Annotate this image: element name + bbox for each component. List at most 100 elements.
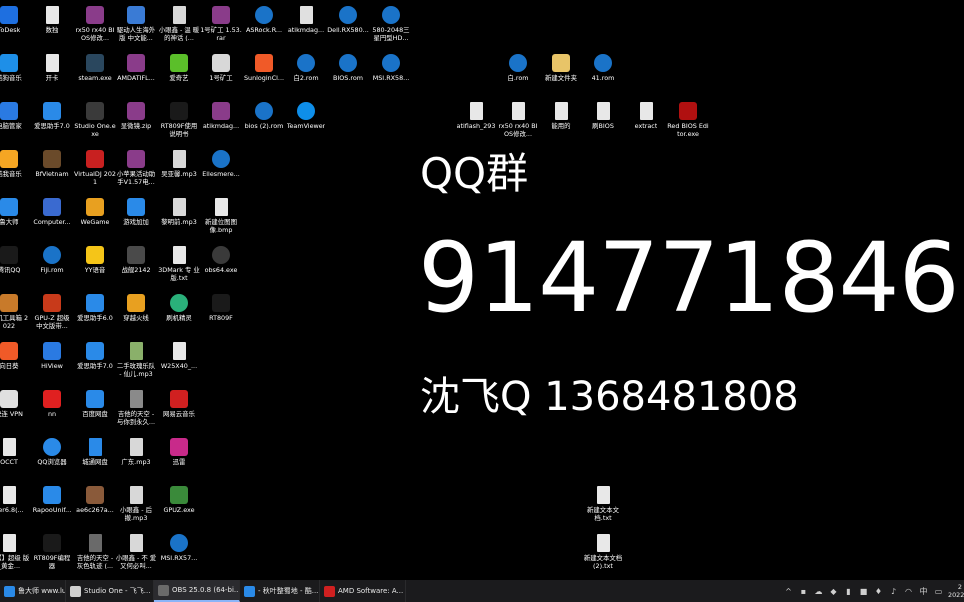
desktop-icon[interactable]: 腾讯QQ: [0, 242, 30, 274]
desktop-icon[interactable]: 黎明前.mp3: [158, 194, 200, 226]
desktop-icon[interactable]: RapooUnif...: [31, 482, 73, 514]
wifi-icon[interactable]: ◠: [904, 587, 913, 596]
desktop-icon[interactable]: 3DMark 专 业版.txt: [158, 242, 200, 282]
desktop-icon[interactable]: 白.rom: [497, 50, 539, 82]
desktop-icon[interactable]: 爱思助手7.0: [31, 98, 73, 130]
desktop-icon[interactable]: 刷BIOS: [582, 98, 624, 130]
taskbar-item[interactable]: Studio One - 飞飞...: [66, 580, 154, 602]
battery-icon[interactable]: ▮: [844, 587, 853, 596]
desktop-icon[interactable]: 1号矿工: [200, 50, 242, 82]
desktop-icon[interactable]: WeGame: [74, 194, 116, 226]
ime-icon[interactable]: 中: [919, 587, 928, 596]
desktop-icon[interactable]: nn: [31, 386, 73, 418]
desktop-icon[interactable]: 酷狗音乐: [0, 50, 30, 82]
desktop-icon[interactable]: atikmdag...: [200, 98, 242, 130]
network-icon[interactable]: ▪: [799, 587, 808, 596]
desktop-icon[interactable]: 小眼鑫 - 后 撤.mp3: [115, 482, 157, 522]
desktop-icon[interactable]: MSI.RX57...: [158, 530, 200, 562]
desktop-icon[interactable]: BfVietnam: [31, 146, 73, 178]
desktop-icon[interactable]: GPUZ.exe: [158, 482, 200, 514]
desktop-icon[interactable]: 装机工具箱 2022: [0, 290, 30, 330]
desktop-icon[interactable]: 开卡: [31, 50, 73, 82]
desktop-icon[interactable]: 酷我音乐: [0, 146, 30, 178]
desktop-icon[interactable]: 新建文本文档 (2).txt: [582, 530, 624, 570]
desktop-icon[interactable]: GPU-Z 超级 中文版带...: [31, 290, 73, 330]
desktop-icon[interactable]: 41.rom: [582, 50, 624, 82]
desktop-icon[interactable]: 广东.mp3: [115, 434, 157, 466]
taskbar-item[interactable]: - 秋叶整蜀地 - 酷...: [240, 580, 320, 602]
keyboard-icon[interactable]: ▭: [934, 587, 943, 596]
microphone-icon[interactable]: ♦: [874, 587, 883, 596]
desktop-icon[interactable]: Dell.RX580...: [327, 2, 369, 34]
speaker-icon[interactable]: ♪: [889, 587, 898, 596]
desktop-icon[interactable]: 白2.rom: [285, 50, 327, 82]
desktop-icon[interactable]: BIOS.rom: [327, 50, 369, 82]
desktop-icon[interactable]: extract: [625, 98, 667, 130]
desktop-icon[interactable]: 吴亚馨.mp3: [158, 146, 200, 178]
desktop-icon[interactable]: obs64.exe: [200, 242, 242, 274]
desktop-icon[interactable]: MSI.RX58...: [370, 50, 412, 82]
desktop-icon[interactable]: 爱思助手7.0: [74, 338, 116, 370]
desktop-icon[interactable]: 新建文件夹: [540, 50, 582, 82]
desktop-icon[interactable]: 刷机精灵: [158, 290, 200, 322]
taskbar-item[interactable]: 鲁大师 www.ludas...: [0, 580, 66, 602]
chevron-up-icon[interactable]: ^: [784, 587, 793, 596]
desktop-icon[interactable]: HiView: [31, 338, 73, 370]
desktop-icon[interactable]: bios (2).rom: [243, 98, 285, 130]
taskbar-clock[interactable]: 2 2022: [946, 583, 964, 599]
desktop-icon[interactable]: VirtualDJ 2021: [74, 146, 116, 186]
desktop-icon[interactable]: steam.exe: [74, 50, 116, 82]
desktop-icon[interactable]: atikmdag...: [285, 2, 327, 34]
desktop-icon[interactable]: Red BIOS Editor.exe: [667, 98, 709, 138]
desktop-icon[interactable]: 数独: [31, 2, 73, 34]
desktop-icon[interactable]: rx50 rx40 BIOS修改...: [74, 2, 116, 42]
desktop-icon[interactable]: Studio One.exe: [74, 98, 116, 138]
desktop-icon[interactable]: 小眼鑫 - 温 暖的神话 (...: [158, 2, 200, 42]
desktop-icon[interactable]: 电脑管家: [0, 98, 30, 130]
desktop-icon[interactable]: 游戏加加: [115, 194, 157, 226]
desktop-icon[interactable]: 二手玫瑰乐队 - 仙儿.mp3: [115, 338, 157, 378]
desktop-icon[interactable]: 城通网盘: [74, 434, 116, 466]
cloud-icon[interactable]: ☁: [814, 587, 823, 596]
desktop-icon[interactable]: 新建文本文 档.txt: [582, 482, 624, 522]
desktop-icon[interactable]: OCCT: [0, 434, 30, 466]
desktop-icon[interactable]: ToDesk: [0, 2, 30, 34]
desktop-icon[interactable]: 爱奇艺: [158, 50, 200, 82]
desktop-icon[interactable]: 百度网盘: [74, 386, 116, 418]
desktop-icon[interactable]: ae6c267a...: [74, 482, 116, 514]
desktop-icon[interactable]: TeamViewer: [285, 98, 327, 130]
desktop-icon[interactable]: RT809F使用 说明书: [158, 98, 200, 138]
desktop-icon[interactable]: SunloginCl...: [243, 50, 285, 82]
shield-icon[interactable]: ◆: [829, 587, 838, 596]
desktop-icon[interactable]: 快连 VPN: [0, 386, 30, 418]
desktop-icon[interactable]: 网易云音乐: [158, 386, 200, 418]
desktop-icon[interactable]: 爱思助手6.0: [74, 290, 116, 322]
desktop-icon[interactable]: ger6.8(...: [0, 482, 30, 514]
desktop-icon[interactable]: 穿越火线: [115, 290, 157, 322]
desktop-icon[interactable]: 能用的: [540, 98, 582, 130]
desktop-icon[interactable]: 迅雷: [158, 434, 200, 466]
desktop-icon[interactable]: 鲁大师: [0, 194, 30, 226]
taskbar-item[interactable]: AMD Software: A...: [320, 580, 406, 602]
desktop-icon[interactable]: ASRock.R...: [243, 2, 285, 34]
app-tray-icon[interactable]: ■: [859, 587, 868, 596]
desktop-icon[interactable]: Ellesmere...: [200, 146, 242, 178]
desktop-icon[interactable]: atiflash_293: [455, 98, 497, 130]
desktop-icon[interactable]: 小眼鑫 - 不 爱又何必叫...: [115, 530, 157, 570]
desktop-icon[interactable]: 吉他的天空 - 灰色轨迹 (...: [74, 530, 116, 570]
desktop-icon[interactable]: 战舰2142: [115, 242, 157, 274]
desktop-icon[interactable]: 小苹果活动助 手V1.57电...: [115, 146, 157, 186]
desktop-icon[interactable]: W25X40_...: [158, 338, 200, 370]
desktop-icon[interactable]: Fiji.rom: [31, 242, 73, 274]
desktop-icon[interactable]: RT809F编程 器: [31, 530, 73, 570]
desktop-icon[interactable]: 加【】超级 版_黄金...: [0, 530, 30, 570]
desktop-icon[interactable]: 显微镜.zip: [115, 98, 157, 130]
desktop-icon[interactable]: 1号矿工 1.53.rar: [200, 2, 242, 42]
desktop-icon[interactable]: Computer...: [31, 194, 73, 226]
desktop-icon[interactable]: 駆动人生海外 版 中文能...: [115, 2, 157, 42]
taskbar-item[interactable]: OBS 25.0.8 (64-bi...: [154, 580, 240, 602]
desktop-icon[interactable]: 向日葵: [0, 338, 30, 370]
desktop-icon[interactable]: YY语音: [74, 242, 116, 274]
desktop-icon[interactable]: AMDATIFL...: [115, 50, 157, 82]
desktop-icon[interactable]: rx50 rx40 BIOS修改...: [497, 98, 539, 138]
